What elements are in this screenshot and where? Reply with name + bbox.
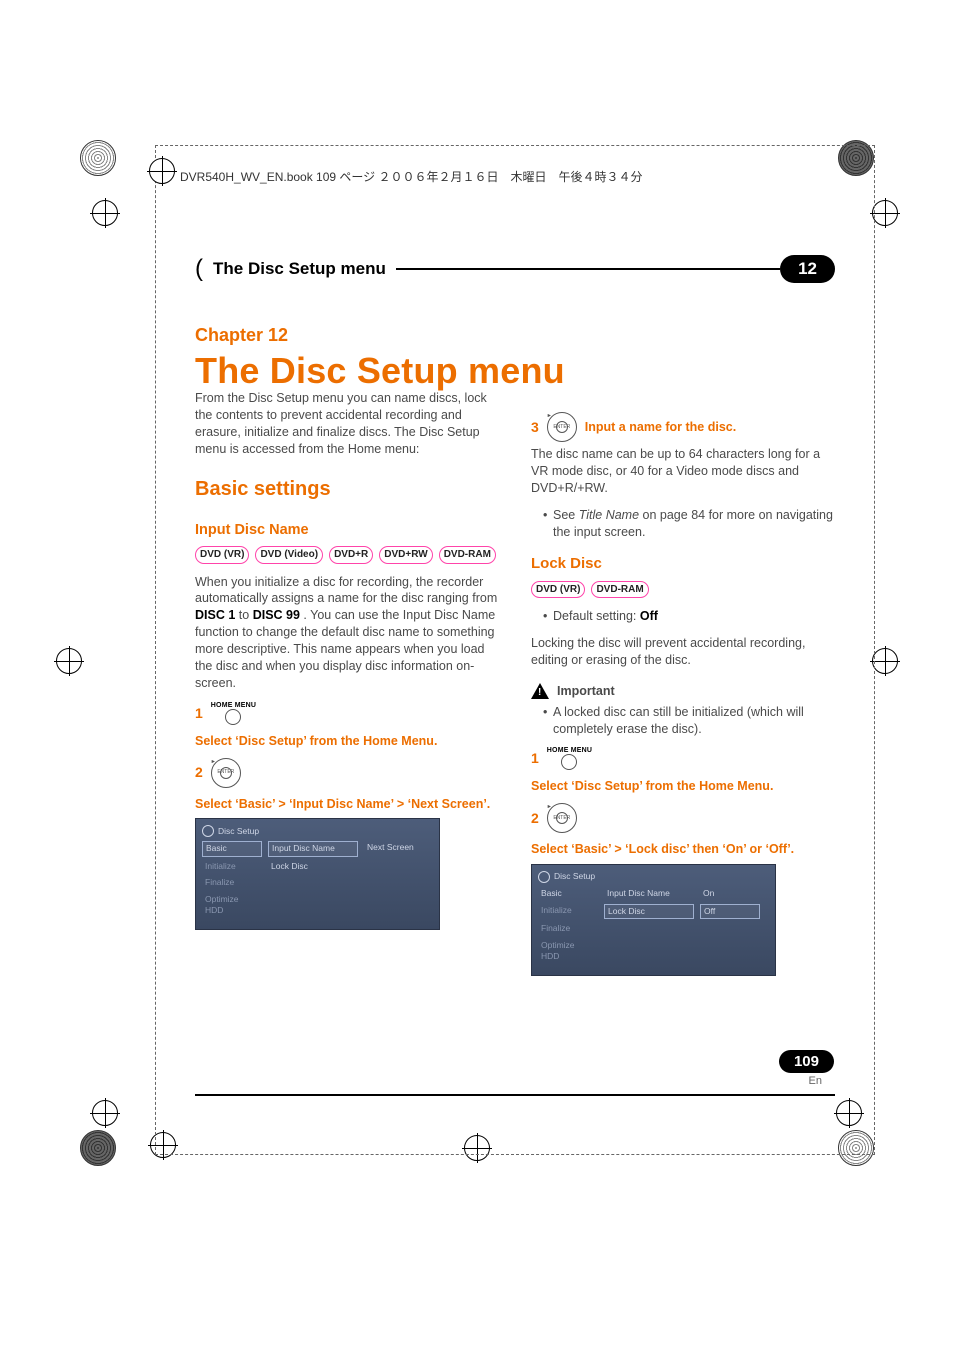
section-header: ( The Disc Setup menu 12 — [195, 254, 835, 284]
text: Default setting: — [553, 609, 640, 623]
default-setting-bullet: Default setting: Off — [543, 608, 835, 625]
disc-type-badges: DVD (VR) DVD-RAM — [531, 581, 835, 599]
osd-screenshot-lock-disc: Disc Setup Basic Input Disc Name On Init… — [531, 864, 776, 976]
badge-dvd-video: DVD (Video) — [255, 546, 323, 564]
text: When you initialize a disc for recording… — [195, 575, 497, 606]
intro-paragraph: From the Disc Setup menu you can name di… — [195, 390, 499, 458]
text: See — [553, 508, 579, 522]
osd-screenshot-input-disc-name: Disc Setup Basic Input Disc Name Next Sc… — [195, 818, 440, 930]
step-number: 3 — [531, 418, 539, 437]
text-strong: Off — [640, 609, 658, 623]
chapter-title: The Disc Setup menu — [195, 350, 835, 392]
osd-cell: Input Disc Name — [604, 887, 694, 900]
text-strong: DISC 1 — [195, 608, 235, 622]
disc-icon — [538, 871, 550, 883]
rule-icon — [396, 268, 780, 270]
step-text: Select ‘Disc Setup’ from the Home Menu. — [195, 733, 437, 750]
text: to — [239, 608, 253, 622]
osd-cell: Optimize HDD — [202, 893, 262, 918]
input-disc-name-heading: Input Disc Name — [195, 521, 499, 541]
crop-mark-icon — [80, 140, 116, 176]
osd-cell: Next Screen — [364, 841, 424, 856]
registration-mark-icon — [872, 648, 898, 674]
left-column: From the Disc Setup menu you can name di… — [195, 390, 499, 990]
osd-cell: Lock Disc — [604, 904, 694, 919]
osd-title: Disc Setup — [554, 871, 595, 882]
step-3: 3 ENTER Input a name for the disc. — [531, 412, 835, 442]
text-italic: Title Name — [579, 508, 639, 522]
button-label: ENTER — [220, 767, 232, 779]
basic-settings-heading: Basic settings — [195, 476, 499, 503]
step-number: 2 — [531, 809, 539, 828]
chapter-label: Chapter 12 — [195, 325, 835, 346]
badge-dvd-ram: DVD-RAM — [439, 546, 496, 564]
osd-cell: Finalize — [202, 876, 262, 889]
osd-cell: Optimize HDD — [538, 939, 598, 964]
badge-dvd-plus-r: DVD+R — [329, 546, 373, 564]
crop-mark-icon — [80, 1130, 116, 1166]
osd-cell: Initialize — [538, 904, 598, 919]
disc-icon — [202, 825, 214, 837]
registration-mark-icon — [872, 200, 898, 226]
step-text: Select ‘Basic’ > ‘Lock disc’ then ‘On’ o… — [531, 841, 794, 858]
enter-nav-button-icon: ENTER — [211, 758, 241, 788]
badge-dvd-vr: DVD (VR) — [195, 546, 249, 564]
button-label: ENTER — [556, 812, 568, 824]
step-text: Select ‘Basic’ > ‘Input Disc Name’ > ‘Ne… — [195, 796, 490, 813]
registration-mark-icon — [56, 648, 82, 674]
button-label: HOME MENU — [211, 702, 256, 709]
step-1: 1 HOME MENU Select ‘Disc Setup’ from the… — [195, 702, 499, 750]
home-menu-button-icon: HOME MENU — [547, 747, 592, 770]
osd-title: Disc Setup — [218, 826, 259, 837]
page-language: En — [779, 1075, 834, 1087]
osd-cell: Lock Disc — [268, 860, 358, 873]
footer-rule-icon — [195, 1094, 835, 1096]
badge-dvd-vr: DVD (VR) — [531, 581, 585, 599]
source-file-header: DVR540H_WV_EN.book 109 ページ ２００６年２月１６日 木曜… — [180, 168, 643, 185]
text-strong: DISC 99 — [253, 608, 300, 622]
lock-disc-paragraph: Locking the disc will prevent accidental… — [531, 635, 835, 669]
step-text: Input a name for the disc. — [585, 419, 736, 436]
lock-step-2: 2 ENTER Select ‘Basic’ > ‘Lock disc’ the… — [531, 803, 835, 858]
registration-mark-icon — [92, 1100, 118, 1126]
enter-nav-button-icon: ENTER — [547, 412, 577, 442]
see-reference-bullet: See Title Name on page 84 for more on na… — [543, 507, 835, 541]
enter-nav-button-icon: ENTER — [547, 803, 577, 833]
step-number: 2 — [195, 763, 203, 782]
right-column: 3 ENTER Input a name for the disc. The d… — [531, 390, 835, 990]
badge-dvd-plus-rw: DVD+RW — [379, 546, 432, 564]
important-label: Important — [557, 683, 615, 700]
osd-cell: On — [700, 887, 760, 900]
page-footer: 109 En — [779, 1050, 834, 1087]
warning-icon — [531, 683, 549, 699]
osd-cell: Finalize — [538, 922, 598, 935]
button-label: HOME MENU — [547, 747, 592, 754]
step-number: 1 — [531, 749, 539, 768]
home-menu-button-icon: HOME MENU — [211, 702, 256, 725]
disc-type-badges: DVD (VR) DVD (Video) DVD+R DVD+RW DVD-RA… — [195, 546, 499, 564]
button-label: ENTER — [556, 421, 568, 433]
section-title: The Disc Setup menu — [213, 259, 386, 279]
bookfile-mark-icon — [149, 158, 175, 184]
step-text: Select ‘Disc Setup’ from the Home Menu. — [531, 778, 773, 795]
osd-cell: Off — [700, 904, 760, 919]
lock-disc-heading: Lock Disc — [531, 554, 835, 574]
step-2: 2 ENTER Select ‘Basic’ > ‘Input Disc Nam… — [195, 758, 499, 813]
input-disc-name-paragraph: When you initialize a disc for recording… — [195, 574, 499, 692]
osd-cell: Initialize — [202, 860, 262, 873]
badge-dvd-ram: DVD-RAM — [591, 581, 648, 599]
osd-cell: Basic — [202, 841, 262, 856]
registration-mark-icon — [92, 200, 118, 226]
osd-cell: Basic — [538, 887, 598, 900]
step-number: 1 — [195, 704, 203, 723]
important-bullet: A locked disc can still be initialized (… — [543, 704, 835, 738]
page-number: 109 — [779, 1050, 834, 1073]
important-callout: Important — [531, 683, 835, 700]
lock-step-1: 1 HOME MENU Select ‘Disc Setup’ from the… — [531, 747, 835, 795]
osd-cell: Input Disc Name — [268, 841, 358, 856]
chapter-number-pill: 12 — [780, 255, 835, 283]
step-3-paragraph: The disc name can be up to 64 characters… — [531, 446, 835, 497]
